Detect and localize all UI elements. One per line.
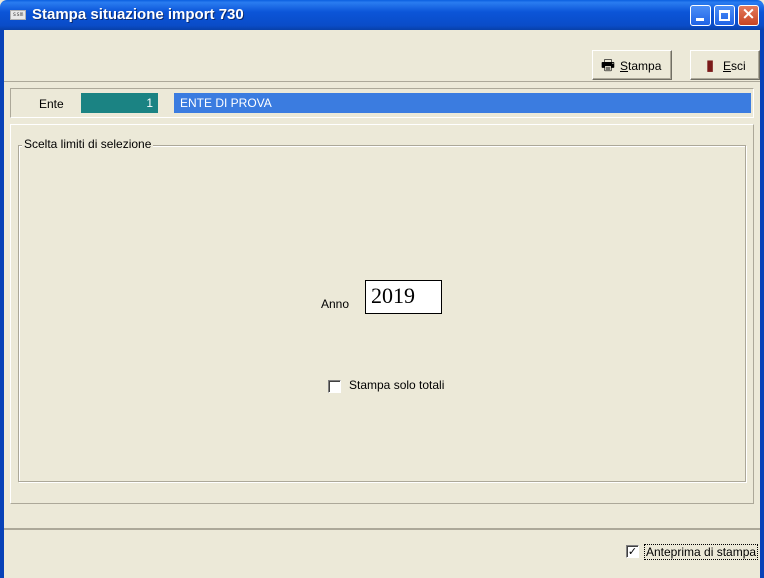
printer-icon: 🖶 (600, 56, 616, 74)
ente-code-field[interactable]: 1 (81, 93, 158, 113)
anno-label: Anno (321, 297, 350, 311)
anteprima-label[interactable]: Anteprima di stampa (644, 544, 759, 560)
window-border-right (760, 30, 764, 578)
window-title: Stampa situazione import 730 (32, 6, 244, 23)
title-bar[interactable]: ssm Stampa situazione import 730 × (0, 0, 764, 30)
anteprima-checkbox[interactable]: ✓ (626, 545, 639, 558)
esci-button[interactable]: ▮ Esci (690, 50, 760, 80)
selection-group-title: Scelta limiti di selezione (22, 137, 154, 151)
solo-totali-label[interactable]: Stampa solo totali (349, 378, 444, 392)
stampa-button[interactable]: 🖶 Stampa (592, 50, 672, 80)
solo-totali-checkbox[interactable] (328, 380, 341, 393)
maximize-icon (719, 10, 730, 21)
close-icon: × (741, 4, 756, 24)
minimize-button[interactable] (690, 5, 711, 26)
window-border-left (0, 30, 4, 578)
exit-door-icon: ▮ (705, 56, 715, 74)
close-button[interactable]: × (738, 4, 759, 26)
maximize-button[interactable] (714, 5, 735, 26)
anno-input[interactable]: 2019 (365, 280, 442, 314)
minimize-icon (696, 18, 704, 21)
esci-button-label: Esci (723, 59, 746, 73)
ente-row: Ente 1 ENTE DI PROVA (10, 88, 754, 118)
stampa-button-label: Stampa (620, 59, 662, 73)
ente-label: Ente (39, 97, 64, 111)
ente-name-field: ENTE DI PROVA (174, 93, 751, 113)
app-icon[interactable]: ssm (10, 10, 26, 20)
